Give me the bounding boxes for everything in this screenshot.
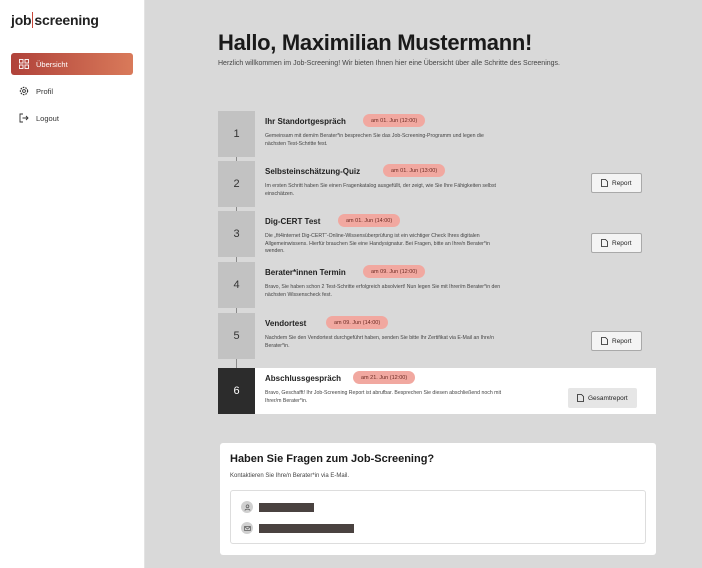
step-description: Gemeinsam mit dem/m Berater*in bespreche… [265, 133, 484, 147]
report-button[interactable]: Report [591, 233, 642, 253]
step-date-badge: am 01. Jun (13:00) [383, 164, 446, 177]
step-description: Bravo, Sie haben schon 2 Test-Schritte e… [265, 284, 501, 298]
step-6-current: 6 Abschlussgespräch am 21. Jun (12:00) B… [218, 368, 656, 414]
advisor-name-row [241, 501, 314, 513]
advisor-contact-box [230, 490, 646, 544]
step-title: Vendortest [265, 319, 307, 328]
step-description: Nachdem Sie den Vendortest durchgeführt … [265, 335, 494, 349]
document-icon [601, 337, 608, 345]
step-3: 3 Dig-CERT Test am 01. Jun (14:00) Die „… [218, 211, 658, 257]
main-content: Hallo, Maximilian Mustermann! Herzlich w… [145, 0, 702, 568]
step-2: 2 Selbsteinschätzung-Quiz am 01. Jun (13… [218, 161, 658, 207]
step-description: Bravo, Geschafft! Ihr Job-Screening Repo… [265, 390, 502, 404]
step-date-badge: am 09. Jun (14:00) [326, 316, 389, 329]
sidebar-item-label: Profil [36, 86, 54, 96]
mail-icon [241, 522, 253, 534]
step-title: Berater*innen Termin [265, 268, 346, 277]
sidebar-nav: Übersicht Profil Logout [11, 53, 133, 134]
step-4: 4 Berater*innen Termin am 09. Jun (12:00… [218, 262, 658, 308]
redacted-advisor-email[interactable] [259, 523, 354, 533]
step-number: 2 [218, 161, 255, 207]
person-icon [241, 501, 253, 513]
contact-card: Haben Sie Fragen zum Job-Screening? Kont… [220, 443, 656, 555]
step-title: Selbsteinschätzung-Quiz [265, 167, 361, 176]
step-date-badge: am 21. Jun (12:00) [353, 371, 416, 384]
document-icon [601, 179, 608, 187]
contact-text: Kontaktieren Sie Ihre/n Berater*in via E… [230, 473, 350, 479]
step-date-badge: am 01. Jun (14:00) [338, 214, 401, 227]
step-title: Dig-CERT Test [265, 217, 321, 226]
step-date-badge: am 01. Jun (12:00) [363, 114, 426, 127]
redacted-advisor-name [259, 502, 314, 512]
step-number: 3 [218, 211, 255, 257]
sidebar-item-label: Logout [36, 113, 59, 123]
step-number: 6 [218, 368, 255, 414]
step-number: 4 [218, 262, 255, 308]
contact-title: Haben Sie Fragen zum Job-Screening? [230, 453, 435, 465]
step-5: 5 Vendortest am 09. Jun (14:00) Nachdem … [218, 313, 658, 359]
report-button[interactable]: Report [591, 173, 642, 193]
step-number: 1 [218, 111, 255, 157]
step-connector [236, 359, 237, 368]
sidebar-item-label: Übersicht [36, 59, 68, 69]
step-1: 1 Ihr Standortgespräch am 01. Jun (12:00… [218, 111, 658, 157]
sidebar-item-logout[interactable]: Logout [11, 107, 133, 129]
step-date-badge: am 09. Jun (12:00) [363, 265, 426, 278]
gesamtreport-button[interactable]: Gesamtreport [568, 388, 637, 408]
sidebar-item-profil[interactable]: Profil [11, 80, 133, 102]
step-description: Im ersten Schritt haben Sie einen Fragen… [265, 183, 496, 197]
step-description: Die „fit4internet Dig-CERT“-Online-Wisse… [265, 233, 490, 254]
gear-icon [18, 85, 30, 97]
document-icon [601, 239, 608, 247]
logout-icon [18, 112, 30, 124]
step-number: 5 [218, 313, 255, 359]
page-title: Hallo, Maximilian Mustermann! [218, 30, 533, 55]
app-logo[interactable]: job screening [11, 12, 99, 28]
step-title: Ihr Standortgespräch [265, 117, 346, 126]
page-subtitle: Herzlich willkommen im Job-Screening! Wi… [218, 60, 560, 67]
sidebar-item-uebersicht[interactable]: Übersicht [11, 53, 133, 75]
report-button[interactable]: Report [591, 331, 642, 351]
document-icon [577, 394, 584, 402]
advisor-email-row [241, 522, 354, 534]
grid-icon [18, 58, 30, 70]
sidebar: job screening Übersicht Profil Logout [0, 0, 145, 568]
step-title: Abschlussgespräch [265, 374, 342, 383]
